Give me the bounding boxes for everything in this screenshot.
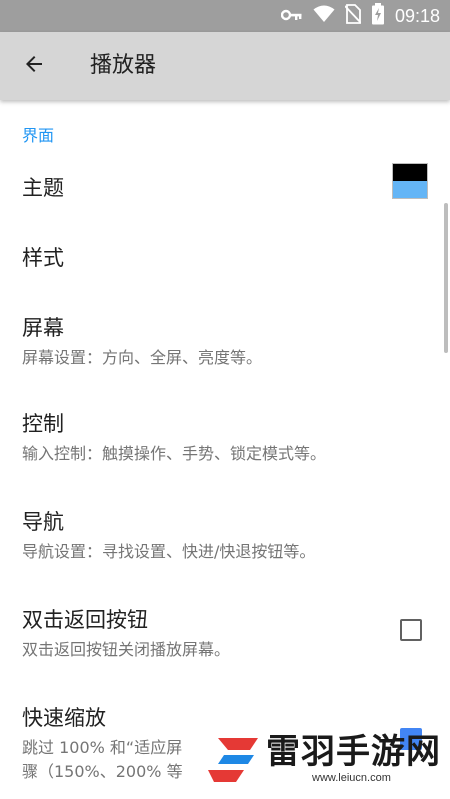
pref-summary: 双击返回按钮关闭播放屏幕。 [22, 640, 231, 659]
pref-double-back[interactable]: 双击返回按钮 双击返回按钮关闭播放屏幕。 [0, 584, 450, 682]
wifi-icon [313, 5, 335, 27]
pref-controls[interactable]: 控制 输入控制：触摸操作、手势、锁定模式等。 [0, 388, 450, 486]
pref-style[interactable]: 样式 [0, 222, 450, 292]
pref-summary: 跳过 100% 和“适应屏 [22, 738, 183, 757]
pref-title: 快速缩放 [22, 706, 106, 730]
pref-navigation[interactable]: 导航 导航设置：寻找设置、快进/快退按钮等。 [0, 486, 450, 584]
battery-charging-icon [371, 3, 385, 29]
pref-summary: 导航设置：寻找设置、快进/快退按钮等。 [22, 542, 316, 561]
pref-theme[interactable]: 主题 [0, 152, 450, 222]
category-header: 界面 [22, 126, 55, 145]
back-button[interactable] [14, 46, 54, 86]
watermark-logo-icon [204, 728, 264, 792]
pref-title: 屏幕 [22, 316, 64, 340]
pref-title: 样式 [22, 246, 64, 270]
app-bar: 播放器 [0, 32, 450, 100]
swatch-accent [393, 181, 427, 198]
no-sim-icon [344, 4, 362, 28]
pref-title: 双击返回按钮 [22, 608, 148, 632]
watermark-text: 雷羽手游网 [266, 732, 441, 772]
page-title: 播放器 [90, 53, 157, 78]
swatch-primary [393, 164, 427, 181]
scrollbar[interactable] [444, 203, 448, 353]
status-icons: 09:18 [280, 0, 440, 32]
preferences-list: 界面 主题 样式 屏幕 屏幕设置：方向、全屏、亮度等。 控制 输入控制：触摸操作… [0, 100, 450, 799]
status-time: 09:18 [394, 5, 440, 26]
double-back-checkbox[interactable] [400, 619, 422, 641]
pref-summary: 输入控制：触摸操作、手势、锁定模式等。 [22, 444, 327, 463]
pref-summary: 骤（150%、200% 等 [22, 762, 183, 781]
pref-title: 导航 [22, 510, 64, 534]
pref-title: 主题 [22, 176, 64, 200]
pref-summary: 屏幕设置：方向、全屏、亮度等。 [22, 348, 263, 367]
status-bar: 09:18 [0, 0, 450, 32]
pref-screen[interactable]: 屏幕 屏幕设置：方向、全屏、亮度等。 [0, 292, 450, 388]
watermark-url: www.leiucn.com [312, 772, 391, 784]
theme-color-swatch [392, 163, 428, 199]
key-icon [280, 7, 303, 26]
watermark: 雷羽手游网 www.leiucn.com [200, 720, 450, 799]
arrow-back-icon [22, 52, 46, 80]
pref-title: 控制 [22, 412, 64, 436]
